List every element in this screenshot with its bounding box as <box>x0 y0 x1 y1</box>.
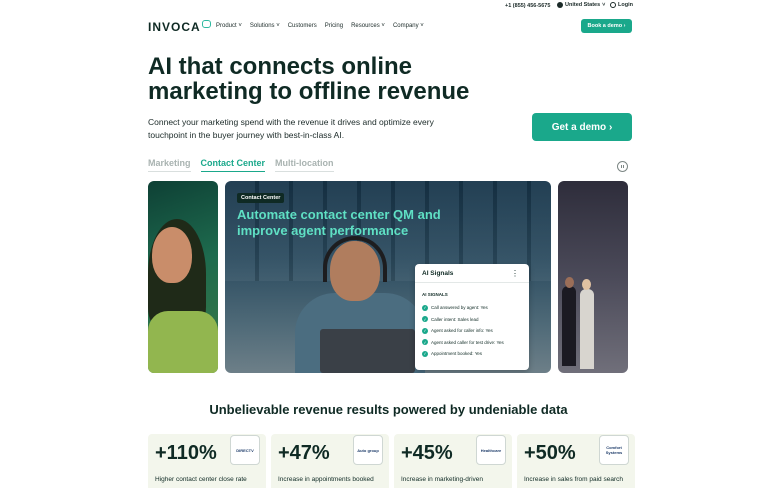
invoca-logo[interactable]: INVOCA <box>148 20 211 34</box>
customer-logo: DIRECTV <box>230 435 260 465</box>
stat-caption: Increase in marketing-driven <box>401 476 484 483</box>
locale-label: United States <box>565 2 601 8</box>
check-icon: ✓ <box>422 339 428 346</box>
login-link[interactable]: Login <box>610 2 633 8</box>
list-item: ✓ Call answered by agent: Yes <box>422 302 504 314</box>
person-shirt-image <box>148 311 218 373</box>
book-demo-label: Book a demo <box>587 23 623 29</box>
check-icon: ✓ <box>422 350 428 357</box>
nav-item-label: Resources <box>351 23 380 29</box>
signal-label: Appointment booked: Yes <box>431 351 483 357</box>
divider <box>415 282 529 283</box>
tab-contact-center[interactable]: Contact Center <box>200 158 266 172</box>
slide-title-line: Automate contact center QM and <box>237 207 441 222</box>
check-icon: ✓ <box>422 316 428 323</box>
customer-logo: Auto group <box>353 435 383 465</box>
customer-logo-text: DIRECTV <box>236 447 254 453</box>
solution-tabs: Marketing Contact Center Multi-location <box>148 158 334 172</box>
customer-logo: Healthcare <box>476 435 506 465</box>
nav-item-label: Pricing <box>324 23 344 29</box>
person-image <box>580 289 594 369</box>
globe-icon <box>557 2 563 8</box>
nav-item-company[interactable]: Company ˅ <box>393 23 424 29</box>
stat-card: +45% Healthcare Increase in marketing-dr… <box>394 434 512 488</box>
customer-logo-text: Comfort Systems <box>605 445 623 455</box>
results-heading: Unbelievable revenue results powered by … <box>209 402 568 417</box>
person-head-image <box>582 279 591 290</box>
ai-signals-list: ✓ Call answered by agent: Yes ✓ Caller int… <box>422 302 504 360</box>
signal-label: Agent asked caller for test drive: Yes <box>431 339 504 345</box>
hero-title: AI that connects online marketing to off… <box>148 54 528 104</box>
nav-item-solutions[interactable]: Solutions ˅ <box>250 23 280 29</box>
stat-value: +47% <box>278 442 330 464</box>
customer-logo: Comfort Systems <box>599 435 629 465</box>
get-demo-label: Get a demo <box>551 121 607 133</box>
check-icon: ✓ <box>422 304 428 311</box>
book-demo-button[interactable]: Book a demo › <box>581 19 632 33</box>
signal-label: Call answered by agent: Yes <box>431 305 488 311</box>
nav-item-product[interactable]: Product ˅ <box>216 23 242 29</box>
nav-item-label: Company <box>392 23 419 29</box>
hero-title-line: AI that connects online <box>148 53 413 80</box>
stat-card: +47% Auto group Increase in appointments… <box>271 434 389 488</box>
chat-bubble-icon <box>201 20 211 28</box>
customer-logo-text: Healthcare <box>480 447 502 453</box>
list-item: ✓ Agent asked caller for test drive: Yes <box>422 337 504 349</box>
slide-title: Automate contact center QM and improve a… <box>237 207 467 239</box>
hero-subtitle-line: Connect your marketing spend with the re… <box>148 117 434 127</box>
more-options-icon[interactable]: ⋮ <box>511 269 519 278</box>
signal-label: Agent asked for caller info: Yes <box>431 328 493 334</box>
ai-signals-header: AI Signals <box>422 270 454 277</box>
check-icon: ✓ <box>422 327 428 334</box>
stat-caption: Increase in sales from paid search <box>524 476 623 483</box>
ai-signals-section-label: AI SIGNALS <box>422 292 448 297</box>
stat-value: +50% <box>524 442 576 464</box>
tab-marketing[interactable]: Marketing <box>148 158 191 172</box>
stat-card: +50% Comfort Systems Increase in sales f… <box>517 434 635 488</box>
hero-title-line: marketing to offline revenue <box>148 78 470 105</box>
locale-selector[interactable]: United States ˅ <box>557 2 605 8</box>
stat-value: +45% <box>401 442 453 464</box>
stat-caption: Increase in appointments booked <box>278 476 374 483</box>
slide-badge: Contact Center <box>237 193 285 203</box>
utility-bar: +1 (855) 456-5675 United States ˅ Login <box>0 0 777 13</box>
hero-subtitle-line: touchpoint in the buyer journey with bes… <box>148 129 345 140</box>
list-item: ✓ Agent asked for caller info: Yes <box>422 325 504 337</box>
nav-item-label: Product <box>216 23 237 29</box>
stat-card: +110% DIRECTV Higher contact center clos… <box>148 434 266 488</box>
person-head-image <box>565 277 574 288</box>
list-item: ✓ Caller intent: Sales lead <box>422 314 504 326</box>
pause-carousel-icon[interactable] <box>617 161 628 172</box>
logo-text: INVOCA <box>148 20 201 34</box>
nav-item-customers[interactable]: Customers <box>288 23 317 29</box>
phone-link[interactable]: +1 (855) 456-5675 <box>505 3 550 9</box>
nav-item-label: Solutions <box>249 23 275 29</box>
main-nav: INVOCA Product ˅ Solutions ˅ Customers P… <box>0 14 777 40</box>
signal-label: Caller intent: Sales lead <box>431 316 479 322</box>
nav-item-resources[interactable]: Resources ˅ <box>351 23 385 29</box>
tab-multi-location[interactable]: Multi-location <box>275 158 334 172</box>
person-image <box>562 286 576 366</box>
list-item: ✓ Appointment booked: Yes <box>422 348 504 360</box>
carousel-card-active: Contact Center Automate contact center Q… <box>225 181 551 373</box>
stat-caption: Higher contact center close rate <box>155 476 247 483</box>
slide-title-line: improve agent performance <box>237 223 409 238</box>
stat-value: +110% <box>155 442 217 464</box>
nav-menu: Product ˅ Solutions ˅ Customers Pricing … <box>216 23 424 29</box>
nav-item-label: Customers <box>287 23 317 29</box>
carousel-card-previous[interactable] <box>148 181 218 373</box>
laptop-image <box>320 329 415 373</box>
carousel-card-next[interactable] <box>558 181 628 373</box>
ai-signals-panel: AI Signals ⋮ AI SIGNALS ✓ Call answered b… <box>415 264 529 370</box>
nav-item-pricing[interactable]: Pricing <box>325 23 343 29</box>
login-label: Login <box>618 2 633 8</box>
person-face-image <box>152 227 192 283</box>
user-icon <box>610 2 616 8</box>
get-demo-button[interactable]: Get a demo › <box>532 113 632 141</box>
hero-subtitle: Connect your marketing spend with the re… <box>148 116 468 141</box>
chevron-down-icon: ˅ <box>602 2 606 8</box>
customer-logo-text: Auto group <box>357 447 379 453</box>
